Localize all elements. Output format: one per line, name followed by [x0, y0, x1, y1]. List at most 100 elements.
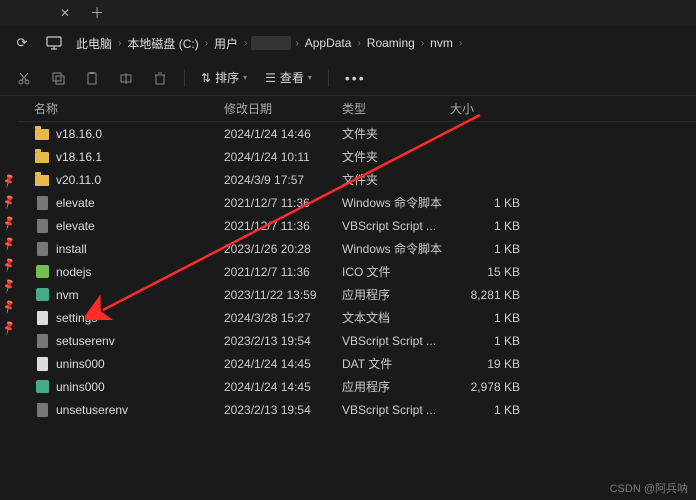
- file-type: DAT 文件: [342, 355, 450, 372]
- file-type: 文本文档: [342, 309, 450, 326]
- chevron-right-icon: ›: [244, 38, 247, 49]
- file-name: v20.11.0: [56, 173, 101, 187]
- watermark: CSDN @阿兵呐: [610, 480, 688, 496]
- file-size: 1 KB: [450, 334, 530, 348]
- breadcrumb-item[interactable]: 此电脑: [74, 35, 114, 52]
- file-type: VBScript Script ...: [342, 334, 450, 348]
- table-row[interactable]: install 2023/1/26 20:28Windows 命令脚本1 KB: [18, 237, 696, 260]
- tab-bar: ✕ ＋: [0, 0, 696, 26]
- file-name: elevate: [56, 219, 95, 233]
- table-row[interactable]: v20.11.0 2024/3/9 17:57文件夹: [18, 168, 696, 191]
- file-name: elevate: [56, 196, 95, 210]
- file-type: ICO 文件: [342, 263, 450, 280]
- file-modified: 2024/1/24 14:45: [224, 357, 342, 371]
- table-row[interactable]: v18.16.12024/1/24 10:11文件夹: [18, 145, 696, 168]
- breadcrumb[interactable]: 此电脑›本地磁盘 (C:)›用户››AppData›Roaming›nvm›: [74, 35, 686, 52]
- file-modified: 2023/2/13 19:54: [224, 334, 342, 348]
- chevron-right-icon: ›: [357, 38, 360, 49]
- file-modified: 2021/12/7 11:36: [224, 265, 342, 279]
- file-size: 15 KB: [450, 265, 530, 279]
- file-size: 1 KB: [450, 403, 530, 417]
- chevron-right-icon: ›: [295, 38, 298, 49]
- breadcrumb-item[interactable]: nvm: [428, 36, 455, 50]
- file-modified: 2024/3/9 17:57: [224, 173, 342, 187]
- file-modified: 2024/1/24 10:11: [224, 150, 342, 164]
- tab-new-button[interactable]: ＋: [80, 3, 114, 23]
- file-icon: [34, 402, 50, 418]
- file-modified: 2023/1/26 20:28: [224, 242, 342, 256]
- table-row[interactable]: settings2024/3/28 15:27文本文档1 KB: [18, 306, 696, 329]
- file-list: 名称 修改日期 类型 大小 v18.16.02024/1/24 14:46文件夹…: [18, 96, 696, 480]
- table-row[interactable]: unsetuserenv2023/2/13 19:54VBScript Scri…: [18, 398, 696, 421]
- table-row[interactable]: setuserenv 2023/2/13 19:54VBScript Script…: [18, 329, 696, 352]
- nodejs-icon: [34, 264, 50, 280]
- file-size: 1 KB: [450, 242, 530, 256]
- file-modified: 2024/1/24 14:45: [224, 380, 342, 394]
- file-type: Windows 命令脚本: [342, 240, 450, 257]
- copy-icon[interactable]: [44, 64, 72, 92]
- rename-icon[interactable]: [112, 64, 140, 92]
- file-name: v18.16.1: [56, 150, 102, 164]
- column-headers[interactable]: 名称 修改日期 类型 大小: [18, 96, 696, 122]
- file-name: setuserenv: [56, 334, 115, 348]
- delete-icon[interactable]: [146, 64, 174, 92]
- pin-icon[interactable]: 📌: [1, 216, 17, 232]
- tab-close-button[interactable]: ✕: [50, 6, 80, 20]
- file-name: unins000: [56, 357, 105, 371]
- file-icon: [34, 218, 50, 234]
- file-size: 1 KB: [450, 196, 530, 210]
- table-row[interactable]: nvm2023/11/22 13:59应用程序8,281 KB: [18, 283, 696, 306]
- file-size: 1 KB: [450, 311, 530, 325]
- file-type: 文件夹: [342, 171, 450, 188]
- file-type: VBScript Script ...: [342, 219, 450, 233]
- more-button[interactable]: •••: [339, 70, 372, 86]
- table-row[interactable]: v18.16.02024/1/24 14:46文件夹: [18, 122, 696, 145]
- file-modified: 2024/1/24 14:46: [224, 127, 342, 141]
- file-modified: 2024/3/28 15:27: [224, 311, 342, 325]
- table-row[interactable]: unins0002024/1/24 14:45应用程序2,978 KB: [18, 375, 696, 398]
- file-icon: [34, 333, 50, 349]
- file-name: nodejs: [56, 265, 91, 279]
- pin-icon[interactable]: 📌: [1, 174, 17, 190]
- file-modified: 2021/12/7 11:36: [224, 219, 342, 233]
- cut-icon[interactable]: [10, 64, 38, 92]
- pin-icon[interactable]: 📌: [1, 300, 17, 316]
- pin-icon[interactable]: 📌: [1, 279, 17, 295]
- header-size[interactable]: 大小: [450, 100, 530, 117]
- file-size: 2,978 KB: [450, 380, 530, 394]
- file-type: Windows 命令脚本: [342, 194, 450, 211]
- table-row[interactable]: elevate 2021/12/7 11:36VBScript Script ..…: [18, 214, 696, 237]
- application-icon: [34, 287, 50, 303]
- breadcrumb-item[interactable]: [251, 36, 291, 50]
- chevron-right-icon: ›: [118, 38, 121, 49]
- file-modified: 2021/12/7 11:36: [224, 196, 342, 210]
- table-row[interactable]: nodejs 2021/12/7 11:36ICO 文件15 KB: [18, 260, 696, 283]
- file-size: 19 KB: [450, 357, 530, 371]
- chevron-right-icon: ›: [459, 38, 462, 49]
- refresh-button[interactable]: ⟳: [10, 31, 34, 55]
- sort-button[interactable]: ⇅排序▾: [195, 69, 253, 86]
- view-button[interactable]: ☰查看▾: [259, 69, 318, 86]
- application-icon: [34, 379, 50, 395]
- paste-icon[interactable]: [78, 64, 106, 92]
- pin-icon[interactable]: 📌: [1, 195, 17, 211]
- file-type: 应用程序: [342, 286, 450, 303]
- header-modified[interactable]: 修改日期: [224, 100, 342, 117]
- pin-icon[interactable]: 📌: [1, 321, 17, 337]
- file-name: install: [56, 242, 87, 256]
- table-row[interactable]: elevate 2021/12/7 11:36Windows 命令脚本1 KB: [18, 191, 696, 214]
- breadcrumb-item[interactable]: AppData: [303, 36, 354, 50]
- header-name[interactable]: 名称: [34, 100, 224, 117]
- pin-icon[interactable]: 📌: [1, 258, 17, 274]
- file-size: 1 KB: [450, 219, 530, 233]
- breadcrumb-item[interactable]: Roaming: [365, 36, 417, 50]
- breadcrumb-item[interactable]: 本地磁盘 (C:): [125, 35, 200, 52]
- pin-icon[interactable]: 📌: [1, 237, 17, 253]
- file-icon: [34, 195, 50, 211]
- monitor-icon[interactable]: [42, 31, 66, 55]
- content-area: 📌 📌 📌 📌 📌 📌 📌 📌 名称 修改日期 类型 大小 v18.16.020…: [0, 96, 696, 480]
- table-row[interactable]: unins000 2024/1/24 14:45DAT 文件19 KB: [18, 352, 696, 375]
- file-icon: [34, 310, 50, 326]
- header-type[interactable]: 类型: [342, 100, 450, 117]
- breadcrumb-item[interactable]: 用户: [212, 35, 240, 52]
